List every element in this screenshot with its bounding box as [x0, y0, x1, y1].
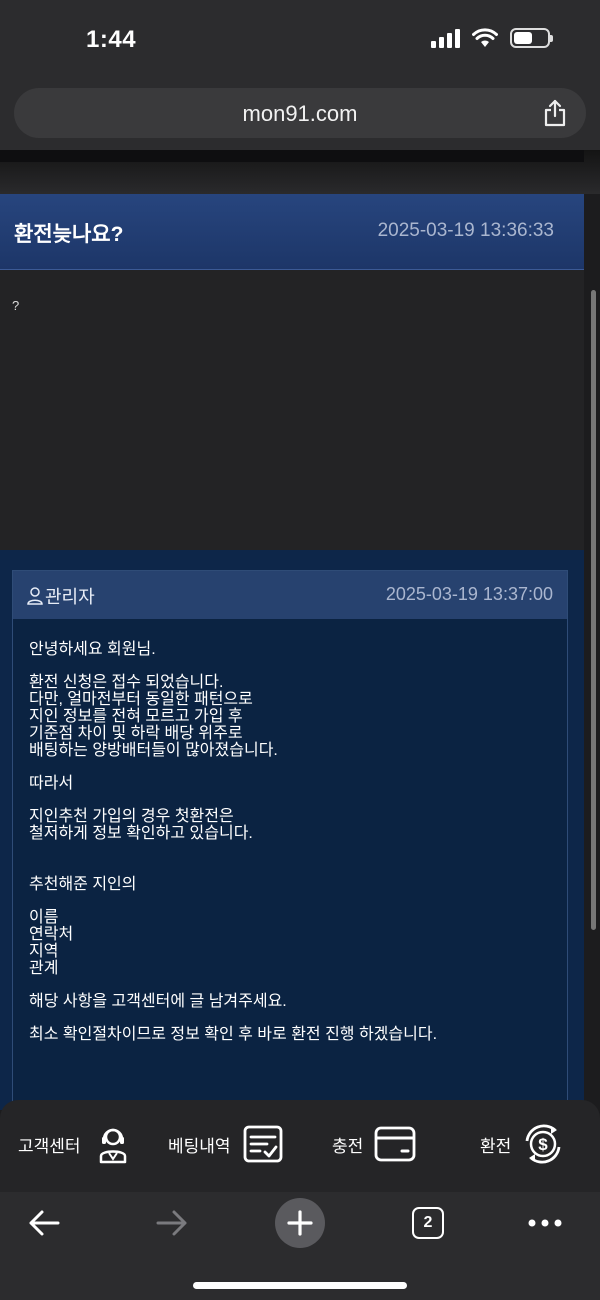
bottom-menu: 고객센터 베팅내역 충전 환전 $ — [0, 1100, 600, 1192]
battery-level — [514, 32, 532, 44]
reply-author: 관리자 — [27, 583, 95, 609]
more-icon — [528, 1219, 562, 1227]
forward-button[interactable] — [147, 1198, 197, 1248]
customer-center-button[interactable]: 고객센터 — [18, 1122, 135, 1166]
list-check-icon — [243, 1125, 282, 1163]
reply-paragraph: 따라서 — [29, 775, 74, 792]
post-header: 환전늦나요? 2025-03-19 13:36:33 — [0, 194, 584, 270]
status-icons — [431, 28, 553, 48]
post-body: ? — [0, 270, 584, 550]
cellular-signal-icon — [431, 28, 460, 48]
back-arrow-icon — [29, 1210, 60, 1236]
more-button[interactable] — [520, 1198, 570, 1248]
post-content: ? — [12, 298, 20, 313]
reply-header: 관리자 2025-03-19 13:37:00 — [13, 571, 567, 619]
customer-center-label: 고객센터 — [18, 1136, 81, 1156]
user-icon — [27, 587, 43, 605]
tabs-icon: 2 — [412, 1207, 444, 1239]
battery-icon — [510, 28, 553, 48]
reply-paragraph: 지인추천 가입의 경우 첫환전은 철저하게 정보 확인하고 있습니다. — [29, 808, 253, 842]
home-indicator — [193, 1282, 407, 1289]
card-icon — [374, 1126, 416, 1162]
reply-paragraph: 환전 신청은 접수 되었습니다. 다만, 얼마전부터 동일한 패턴으로 지인 정보를… — [29, 674, 278, 759]
reply-text: 안녕하세요 회원님. 환전 신청은 접수 되었습니다. 다만, 얼마전부터 동일한 … — [29, 641, 559, 1059]
svg-text:$: $ — [539, 1135, 549, 1154]
dollar-exchange-icon: $ — [525, 1124, 561, 1164]
page-scrollbar[interactable] — [591, 290, 596, 930]
share-icon[interactable] — [542, 99, 568, 127]
headset-icon — [99, 1128, 126, 1164]
url-text[interactable]: mon91.com — [14, 101, 586, 127]
charge-button[interactable]: 충전 — [332, 1122, 417, 1166]
post-title: 환전늦나요? — [14, 223, 124, 246]
browser-address-area: mon91.com — [0, 80, 600, 150]
reply-paragraph: 최소 확인절차이므로 정보 확인 후 바로 환전 진행 하겠습니다. — [29, 1026, 438, 1043]
back-button[interactable] — [19, 1198, 69, 1248]
forward-arrow-icon — [156, 1210, 187, 1236]
reply-author-name: 관리자 — [45, 587, 95, 607]
address-bar[interactable]: mon91.com — [14, 88, 586, 138]
betting-history-label: 베팅내역 — [168, 1136, 231, 1156]
page-top-strip — [0, 150, 600, 194]
post-date: 2025-03-19 13:36:33 — [377, 220, 554, 241]
status-bar: 1:44 — [0, 0, 600, 80]
reply-paragraph: 해당 사항을 고객센터에 글 남겨주세요. — [29, 993, 287, 1010]
betting-history-button[interactable]: 베팅내역 — [168, 1122, 285, 1166]
wifi-icon — [472, 28, 498, 47]
plus-icon — [287, 1210, 313, 1236]
tabs-button[interactable]: 2 — [403, 1198, 453, 1248]
reply-date: 2025-03-19 13:37:00 — [385, 584, 553, 604]
reply-box: 관리자 2025-03-19 13:37:00 안녕하세요 회원님. 환전 신청은… — [12, 570, 568, 1110]
reply-paragraph: 추천해준 지인의 — [29, 876, 137, 893]
new-tab-button[interactable] — [275, 1198, 325, 1248]
exchange-button[interactable]: 환전 $ — [480, 1122, 565, 1166]
charge-label: 충전 — [332, 1136, 364, 1156]
reply-paragraph: 안녕하세요 회원님. — [29, 641, 156, 658]
reply-area: 관리자 2025-03-19 13:37:00 안녕하세요 회원님. 환전 신청은… — [0, 550, 584, 1110]
reply-paragraph: 이름 연락처 지역 관계 — [29, 909, 74, 977]
status-time: 1:44 — [86, 26, 137, 53]
exchange-label: 환전 — [480, 1136, 512, 1156]
